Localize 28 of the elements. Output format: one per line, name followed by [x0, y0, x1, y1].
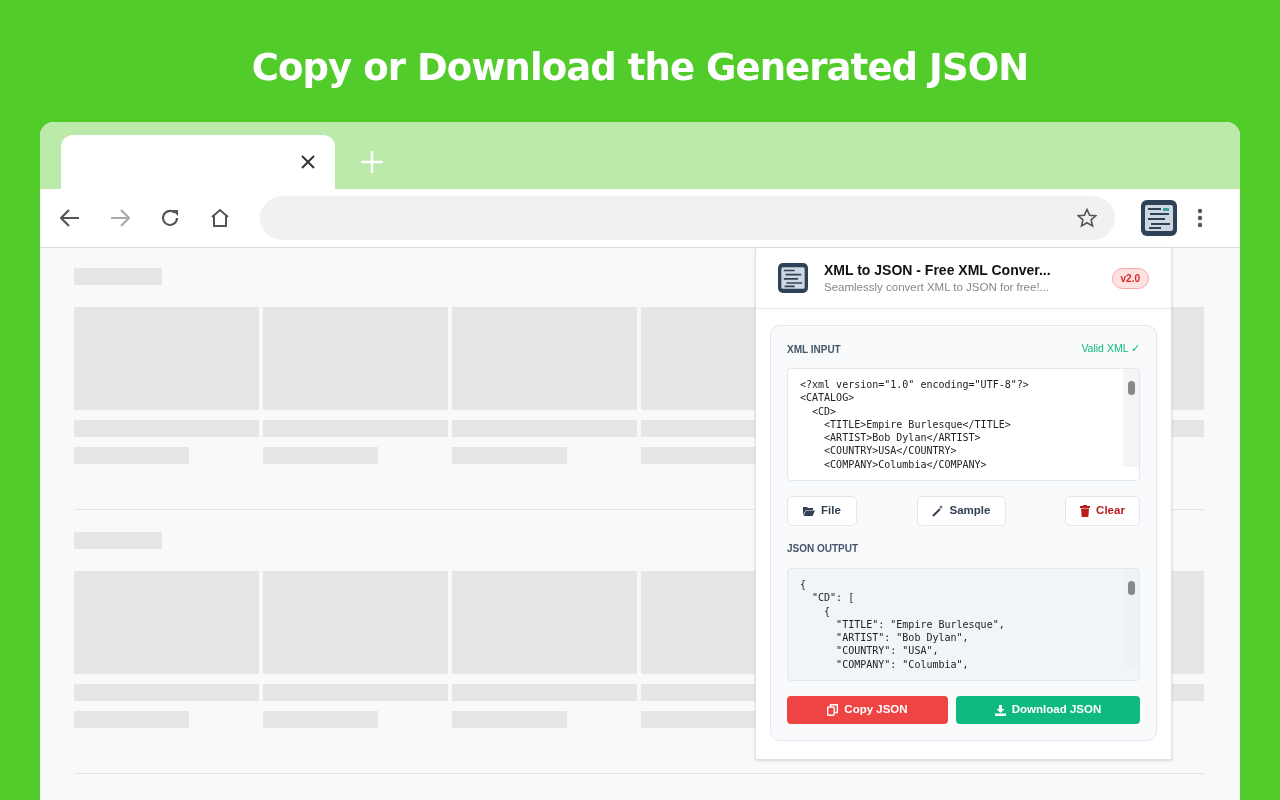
json-output-field[interactable]: { "CD": [ { "TITLE": "Empire Burlesque", "ARTIST": "Bob Dylan", "COUNTRY": "USA", "COMPANY": "Columbia",	[787, 568, 1140, 681]
scrollbar[interactable]	[1123, 369, 1139, 467]
star-icon[interactable]	[1077, 208, 1097, 228]
file-button[interactable]: File	[787, 496, 857, 526]
section-label: JSON OUTPUT	[787, 542, 860, 556]
headline: Copy or Download the Generated JSON	[251, 45, 1029, 91]
section-label: XML INPUT	[787, 342, 841, 357]
version-badge: v2.0	[1111, 267, 1149, 289]
extension-icon[interactable]	[1141, 200, 1177, 236]
menu-icon[interactable]	[1197, 208, 1203, 228]
trash-icon	[1080, 505, 1091, 517]
validation-status: Valid XML ✓	[1081, 341, 1140, 357]
back-icon[interactable]	[60, 209, 80, 227]
copy-json-button[interactable]: Copy JSON	[787, 696, 948, 724]
sample-button[interactable]: Sample	[916, 496, 1006, 526]
copy-icon	[827, 704, 839, 716]
home-icon[interactable]	[210, 208, 230, 228]
magic-wand-icon	[931, 505, 944, 517]
reload-icon[interactable]	[160, 208, 180, 228]
folder-icon	[803, 506, 816, 516]
close-icon[interactable]	[301, 155, 315, 169]
app-logo-icon	[778, 263, 808, 293]
app-subtitle: Seamlessly convert XML to JSON for free!...	[824, 280, 1051, 295]
download-icon	[994, 704, 1006, 716]
app-title: XML to JSON - Free XML Conver...	[824, 261, 1052, 279]
xml-input-field[interactable]: <?xml version="1.0" encoding="UTF-8"?> <CATALOG> <CD> <TITLE>Empire Burlesque</TITLE> <ARTIST>Bob Dylan</ARTIST> <COUNTRY>USA</COUNTRY> <COMPANY>Columbia</COMPANY>	[787, 368, 1140, 481]
scrollbar[interactable]	[1123, 569, 1139, 667]
clear-button[interactable]: Clear	[1065, 496, 1140, 526]
